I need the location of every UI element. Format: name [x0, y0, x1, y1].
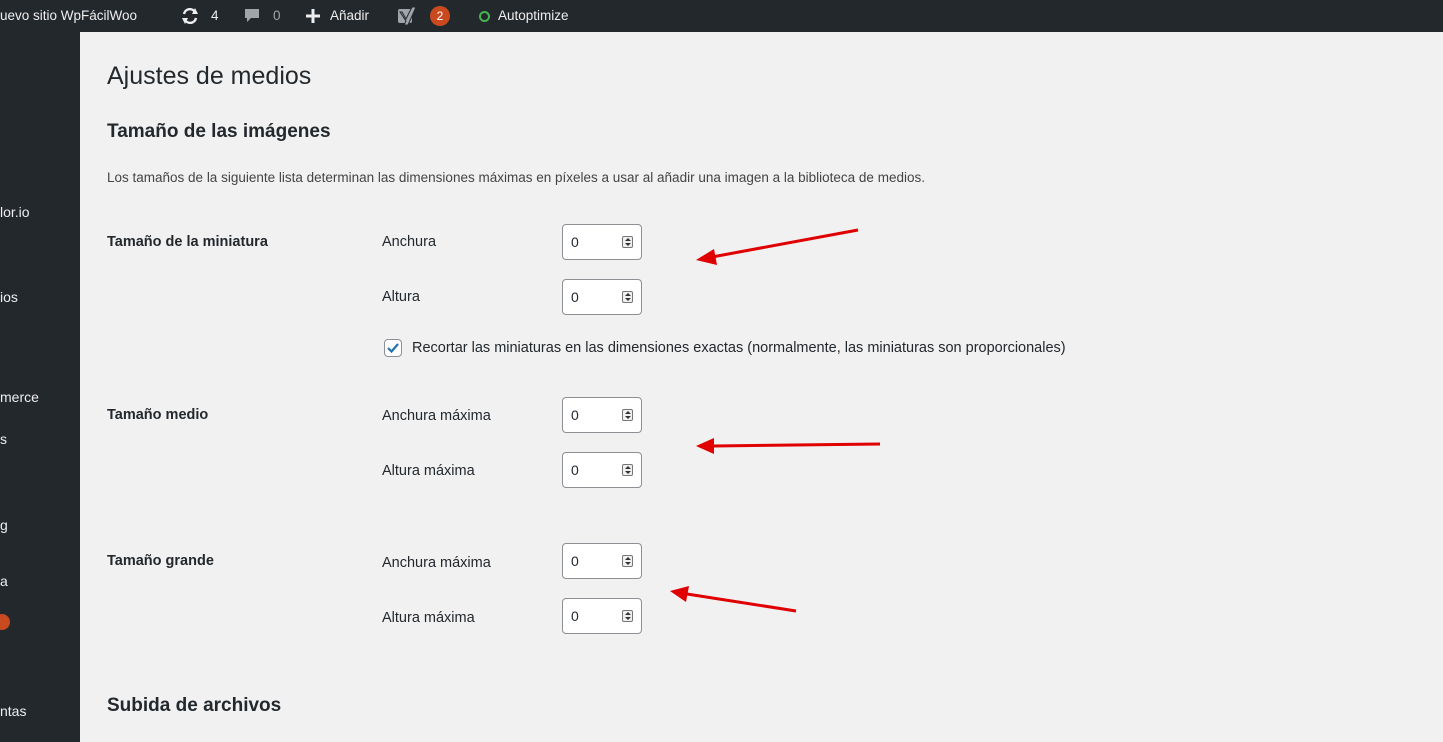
- arrow-icon: [670, 586, 797, 613]
- arrow-icon: [696, 228, 859, 265]
- annotation-arrows: [670, 228, 881, 613]
- arrow-icon: [696, 438, 881, 454]
